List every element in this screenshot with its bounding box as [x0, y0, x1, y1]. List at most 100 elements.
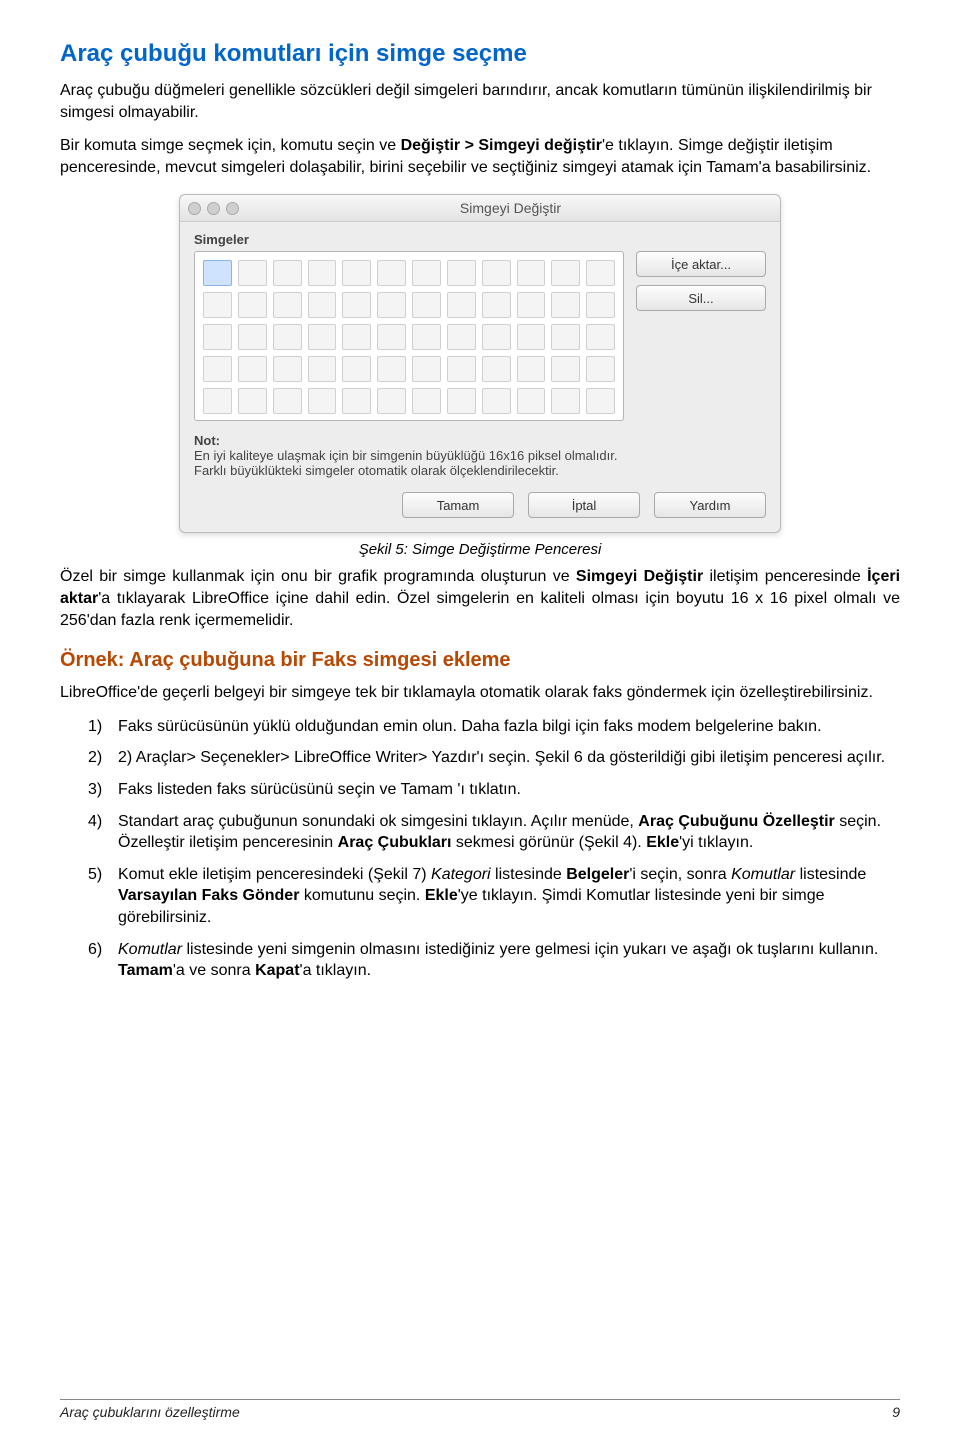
icon-item[interactable] — [447, 356, 476, 382]
list-item: 3) Faks listeden faks sürücüsünü seçin v… — [88, 779, 900, 801]
close-icon[interactable] — [188, 202, 201, 215]
import-button[interactable]: İçe aktar... — [636, 251, 766, 277]
list-number: 2) — [88, 747, 102, 769]
icon-item[interactable] — [482, 324, 511, 350]
list-item: 1) Faks sürücüsünün yüklü olduğundan emi… — [88, 716, 900, 738]
li6-e: Kapat — [255, 962, 299, 979]
icon-item[interactable] — [203, 292, 232, 318]
subsection-heading: Örnek: Araç çubuğuna bir Faks simgesi ek… — [60, 649, 900, 672]
icon-item[interactable] — [586, 324, 615, 350]
minimize-icon[interactable] — [207, 202, 220, 215]
icon-item[interactable] — [517, 388, 546, 414]
icon-item[interactable] — [482, 356, 511, 382]
footer-page-number: 9 — [892, 1404, 900, 1420]
icon-item[interactable] — [273, 356, 302, 382]
icon-grid[interactable] — [194, 251, 624, 421]
icon-item[interactable] — [273, 292, 302, 318]
icon-item[interactable] — [238, 388, 267, 414]
icon-item[interactable] — [273, 388, 302, 414]
icon-item[interactable] — [377, 356, 406, 382]
icon-item[interactable] — [342, 356, 371, 382]
icon-item[interactable] — [586, 292, 615, 318]
icon-item[interactable] — [238, 292, 267, 318]
icon-item[interactable] — [412, 356, 441, 382]
icon-item[interactable] — [377, 388, 406, 414]
icon-item[interactable] — [517, 260, 546, 286]
icon-item[interactable] — [412, 324, 441, 350]
icon-item[interactable] — [447, 324, 476, 350]
figure-caption: Şekil 5: Simge Değiştirme Penceresi — [60, 541, 900, 558]
icon-item[interactable] — [377, 260, 406, 286]
li6-f: 'a tıklayın. — [300, 962, 372, 979]
icon-item[interactable] — [273, 260, 302, 286]
icon-item[interactable] — [447, 388, 476, 414]
icon-item[interactable] — [342, 260, 371, 286]
cancel-button[interactable]: İptal — [528, 492, 640, 518]
window-controls[interactable] — [188, 202, 239, 215]
icon-item[interactable] — [342, 324, 371, 350]
icon-item[interactable] — [203, 388, 232, 414]
li6-a: Komutlar — [118, 941, 182, 958]
dialog-footer: Tamam İptal Yardım — [194, 492, 766, 518]
icon-item[interactable] — [517, 356, 546, 382]
icon-item[interactable] — [238, 324, 267, 350]
list-number: 5) — [88, 864, 102, 886]
li4-f: Ekle — [646, 834, 679, 851]
icon-item[interactable] — [238, 260, 267, 286]
change-icon-dialog: Simgeyi Değiştir Simgeler — [179, 194, 781, 533]
paragraph-custom-icon: Özel bir simge kullanmak için onu bir gr… — [60, 566, 900, 631]
icon-item[interactable] — [412, 260, 441, 286]
list-item: 4) Standart araç çubuğunun sonundaki ok … — [88, 811, 900, 854]
paragraph-intro-2: Bir komuta simge seçmek için, komutu seç… — [60, 135, 900, 178]
icon-item[interactable] — [551, 292, 580, 318]
icon-item[interactable] — [308, 356, 337, 382]
list-text: Faks sürücüsünün yüklü olduğundan emin o… — [118, 718, 822, 735]
zoom-icon[interactable] — [226, 202, 239, 215]
icon-item[interactable] — [447, 260, 476, 286]
icon-item[interactable] — [551, 388, 580, 414]
icon-item[interactable] — [482, 388, 511, 414]
dialog-titlebar: Simgeyi Değiştir — [180, 195, 780, 222]
section-heading: Araç çubuğu komutları için simge seçme — [60, 40, 900, 68]
icon-item[interactable] — [551, 356, 580, 382]
icon-item[interactable] — [482, 260, 511, 286]
icon-item[interactable] — [273, 324, 302, 350]
li5-j: Ekle — [425, 887, 458, 904]
icon-item[interactable] — [308, 324, 337, 350]
icon-item[interactable] — [203, 324, 232, 350]
icon-item[interactable] — [586, 356, 615, 382]
paragraph-fax-intro: LibreOffice'de geçerli belgeyi bir simge… — [60, 682, 900, 704]
dialog-main: İçe aktar... Sil... — [194, 251, 766, 421]
help-button[interactable]: Yardım — [654, 492, 766, 518]
delete-button[interactable]: Sil... — [636, 285, 766, 311]
icon-item[interactable] — [342, 388, 371, 414]
li4-a: Standart araç çubuğunun sonundaki ok sim… — [118, 813, 638, 830]
icon-item[interactable] — [308, 388, 337, 414]
ok-button[interactable]: Tamam — [402, 492, 514, 518]
icon-item[interactable] — [238, 356, 267, 382]
icon-item[interactable] — [308, 292, 337, 318]
li6-c: Tamam — [118, 962, 173, 979]
icon-item[interactable] — [412, 292, 441, 318]
footer-left: Araç çubuklarını özelleştirme — [60, 1404, 240, 1420]
icon-item[interactable] — [482, 292, 511, 318]
dialog-side-buttons: İçe aktar... Sil... — [636, 251, 766, 421]
icon-item[interactable] — [377, 324, 406, 350]
numbered-list: 1) Faks sürücüsünün yüklü olduğundan emi… — [88, 716, 900, 982]
icon-item[interactable] — [377, 292, 406, 318]
li5-f: Komutlar — [731, 866, 795, 883]
icon-item[interactable] — [586, 260, 615, 286]
icon-item[interactable] — [342, 292, 371, 318]
li4-d: Araç Çubukları — [338, 834, 452, 851]
icon-item[interactable] — [203, 356, 232, 382]
icon-item[interactable] — [551, 260, 580, 286]
icon-item[interactable] — [517, 324, 546, 350]
p3-b: Simgeyi Değiştir — [576, 568, 703, 585]
icon-item[interactable] — [551, 324, 580, 350]
icon-item[interactable] — [447, 292, 476, 318]
icon-item[interactable] — [586, 388, 615, 414]
icon-item[interactable] — [517, 292, 546, 318]
icon-item[interactable] — [203, 260, 232, 286]
icon-item[interactable] — [412, 388, 441, 414]
icon-item[interactable] — [308, 260, 337, 286]
